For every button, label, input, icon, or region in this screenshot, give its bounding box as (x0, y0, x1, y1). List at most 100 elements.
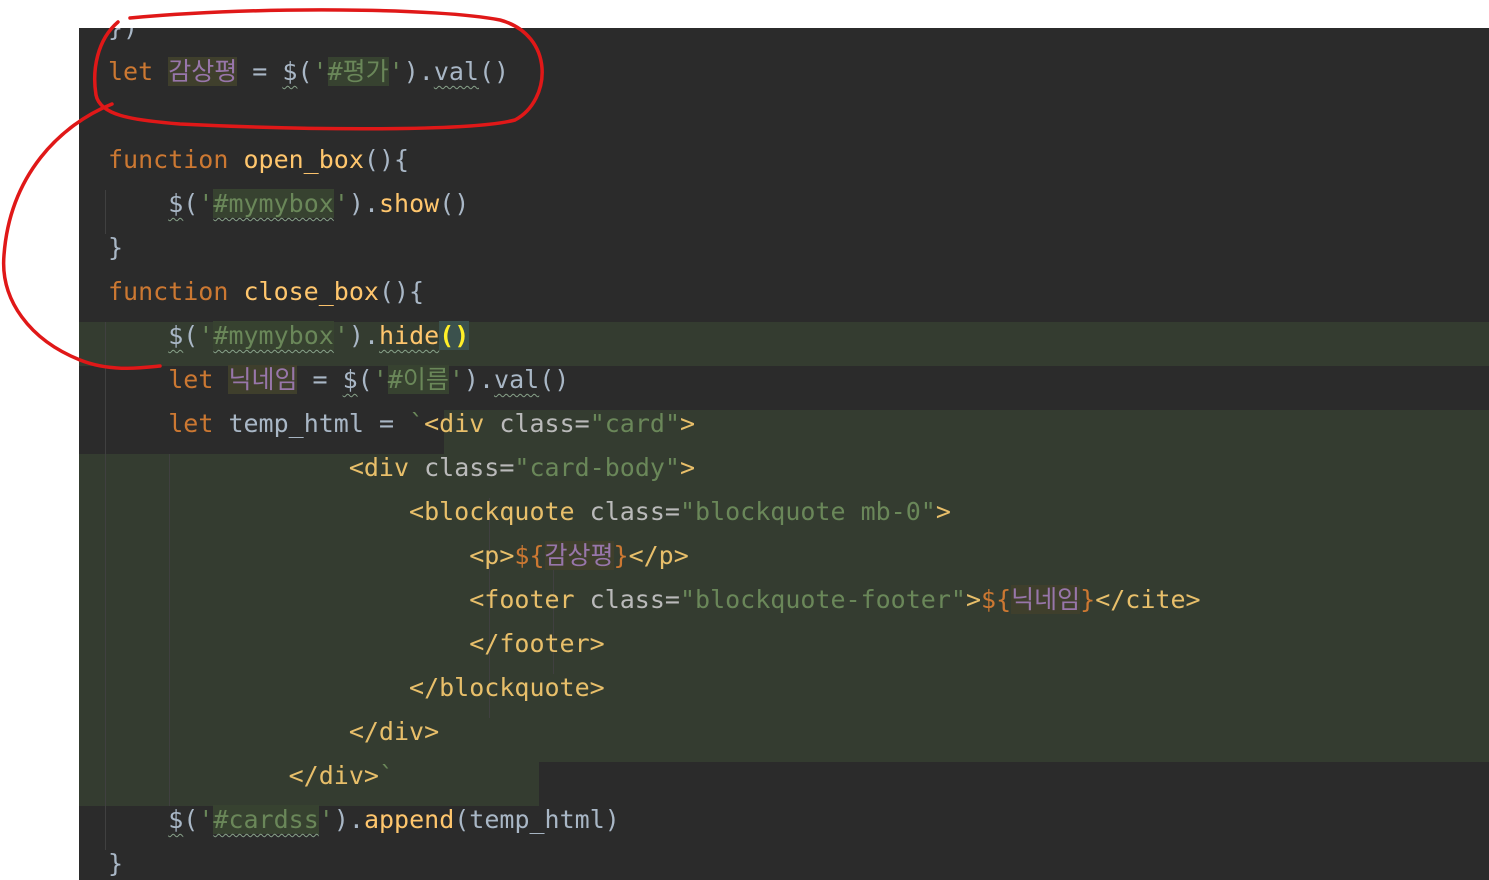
code-text: } (108, 226, 123, 270)
code-token: } (613, 541, 629, 570)
code-token: = (237, 57, 283, 86)
code-text: let 닉네임 = $('#이름').val() (108, 358, 569, 402)
code-token: ( (297, 57, 313, 86)
code-token: val (494, 365, 540, 394)
code-token: ' (198, 321, 214, 350)
code-token: () (478, 57, 510, 86)
code-line-20[interactable]: } (79, 842, 1489, 880)
code-line-19[interactable]: $('#cardss').append(temp_html) (79, 798, 1489, 842)
code-token: </cite> (1095, 585, 1201, 614)
code-text: $('#mymybox').show() (108, 182, 469, 226)
code-token: ' (448, 365, 464, 394)
code-token: = (297, 365, 343, 394)
code-text: </footer> (108, 622, 604, 666)
code-token: > (679, 453, 696, 482)
code-token: ${ (514, 541, 545, 570)
code-token: ' (388, 57, 404, 86)
code-line-6[interactable]: } (79, 226, 1489, 270)
code-token: () (439, 321, 470, 350)
code-line-4[interactable]: function open_box(){ (79, 138, 1489, 182)
code-line-8[interactable]: $('#mymybox').hide() (79, 314, 1489, 358)
code-line-15[interactable]: </footer> (79, 622, 1489, 666)
code-token: } (1080, 585, 1096, 614)
code-token: } (108, 233, 124, 262)
code-token: hide (379, 321, 440, 350)
code-token: (temp_html) (454, 805, 620, 834)
code-token: </div> (288, 761, 379, 790)
code-text: function open_box(){ (108, 138, 409, 182)
code-token: #cardss (213, 805, 319, 834)
code-token: $ (282, 57, 298, 86)
code-token: "card" (589, 409, 681, 438)
code-token: 닉네임 (1011, 585, 1081, 614)
code-token: ( (183, 321, 199, 350)
code-line-9[interactable]: let 닉네임 = $('#이름').val() (79, 358, 1489, 402)
code-token: ' (318, 805, 334, 834)
code-line-7[interactable]: function close_box(){ (79, 270, 1489, 314)
code-token: > (935, 497, 951, 526)
code-text: </div>` (108, 754, 394, 798)
code-line-10[interactable]: let temp_html = `<div class="card"> (79, 402, 1489, 446)
code-line-14[interactable]: <footer class="blockquote-footer">${닉네임}… (79, 578, 1489, 622)
code-text: <p>${감상평}</p> (108, 534, 689, 578)
code-text: function close_box(){ (108, 270, 424, 314)
code-token: class= (589, 585, 680, 614)
code-token: > (680, 409, 696, 438)
code-token: $ (342, 365, 358, 394)
code-token: 감상평 (544, 541, 614, 570)
code-token: ). (403, 57, 434, 86)
code-line-13[interactable]: <p>${감상평}</p> (79, 534, 1489, 578)
code-token: </div> (348, 717, 440, 746)
code-line-17[interactable]: </div> (79, 710, 1489, 754)
code-token: #이름 (387, 365, 449, 394)
code-text: }) (108, 28, 138, 50)
code-line-2[interactable]: let 감상평 = $('#평가').val() (79, 50, 1489, 94)
code-token: close_box (243, 277, 379, 306)
code-token: </p> (628, 541, 689, 570)
code-token: ( (183, 189, 199, 218)
code-token: ' (312, 57, 328, 86)
code-token: #mymybox (213, 321, 334, 350)
code-text: </div> (108, 710, 439, 754)
code-token: class= (499, 409, 590, 438)
code-line-11[interactable]: <div class="card-body"> (79, 446, 1489, 490)
code-token: 감상평 (168, 57, 238, 86)
code-line-3[interactable] (79, 94, 1489, 138)
code-token: ` (378, 761, 394, 790)
code-token: #평가 (327, 57, 389, 86)
code-token: let (168, 409, 229, 438)
code-text: let temp_html = `<div class="card"> (108, 402, 695, 446)
code-line-16[interactable]: </blockquote> (79, 666, 1489, 710)
code-token: open_box (243, 145, 364, 174)
code-token: ${ (981, 585, 1012, 614)
code-token: class= (424, 453, 515, 482)
code-line-18[interactable]: </div>` (79, 754, 1489, 798)
code-token: () (439, 189, 470, 218)
code-token: (){ (378, 277, 425, 306)
code-token: function (108, 145, 244, 174)
code-token: $ (168, 189, 184, 218)
code-token: "card-body" (514, 453, 680, 482)
code-text: </blockquote> (108, 666, 605, 710)
code-token: let (168, 365, 229, 394)
code-token: $ (168, 321, 184, 350)
code-token: <blockquote (409, 497, 590, 526)
code-text: <footer class="blockquote-footer">${닉네임}… (108, 578, 1201, 622)
code-token: class= (589, 497, 680, 526)
code-token: 닉네임 (228, 365, 298, 394)
code-editor[interactable]: })let 감상평 = $('#평가').val()function open_… (79, 28, 1489, 880)
code-token: temp_html = (228, 409, 410, 438)
code-line-12[interactable]: <blockquote class="blockquote mb-0"> (79, 490, 1489, 534)
code-token: $ (168, 805, 184, 834)
code-token: ' (198, 805, 214, 834)
code-token: ` (409, 409, 425, 438)
code-line-1[interactable]: }) (79, 28, 1489, 50)
code-line-5[interactable]: $('#mymybox').show() (79, 182, 1489, 226)
code-token: #mymybox (213, 189, 334, 218)
